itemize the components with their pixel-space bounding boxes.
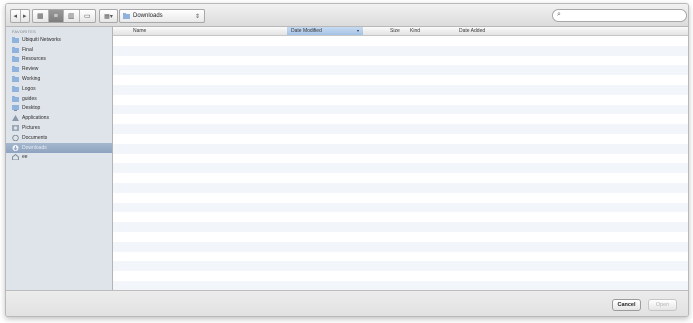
empty-row	[113, 55, 688, 66]
arrange-menu-icon[interactable]: ▦▾	[99, 9, 118, 23]
column-size[interactable]: Size	[390, 28, 400, 34]
sidebar-item-pictures[interactable]: Pictures	[6, 123, 112, 133]
empty-row	[113, 271, 688, 281]
folder-icon	[12, 95, 19, 102]
location-popup[interactable]: Downloads ⇕	[119, 9, 205, 23]
folder-icon	[123, 13, 130, 19]
documents-icon	[12, 134, 19, 141]
sidebar-list: Ubiquiti Networks Final Resources Review Wor…	[6, 35, 112, 162]
folder-icon	[12, 85, 19, 92]
column-name[interactable]: Name	[133, 28, 146, 34]
empty-row	[113, 163, 688, 174]
empty-row	[113, 133, 688, 144]
sidebar-item-label: guides	[22, 95, 37, 102]
sidebar-item-final[interactable]: Final	[6, 45, 112, 55]
sidebar-item-label: Applications	[22, 115, 49, 122]
cover-flow-icon[interactable]: ▭	[80, 10, 95, 22]
empty-row	[113, 143, 688, 154]
empty-row	[113, 202, 688, 213]
search-icon: ⌕	[557, 11, 561, 18]
empty-row	[113, 241, 688, 252]
bottom-bar: Cancel Open	[6, 290, 688, 316]
folder-icon	[12, 36, 19, 43]
sidebar-item-label: Desktop	[22, 105, 41, 112]
empty-row	[113, 124, 688, 134]
column-date-modified-label: Date Modified	[291, 28, 322, 34]
desktop-icon	[12, 105, 19, 112]
column-date-added[interactable]: Date Added	[459, 28, 485, 34]
folder-icon	[12, 56, 19, 63]
sort-descending-icon: ▾	[356, 28, 359, 33]
back-arrow-icon[interactable]: ◂	[11, 10, 21, 22]
folder-icon	[12, 66, 19, 73]
sidebar-heading: FAVORITES	[12, 29, 36, 34]
sidebar-item-downloads[interactable]: Downloads	[6, 142, 112, 153]
sidebar-item-documents[interactable]: Documents	[6, 133, 112, 143]
empty-row	[113, 231, 688, 242]
pictures-icon	[12, 125, 19, 132]
home-icon	[12, 154, 19, 161]
sidebar-item-label: Documents	[22, 134, 48, 141]
sidebar-item-ubiquiti-networks[interactable]: Ubiquiti Networks	[6, 35, 112, 45]
empty-row	[113, 84, 688, 95]
sidebar: FAVORITES Ubiquiti Networks Final Resource…	[6, 27, 113, 290]
sidebar-item-label: Working	[22, 76, 41, 83]
empty-row	[113, 36, 688, 46]
empty-row	[113, 104, 688, 115]
sidebar-item-ee[interactable]: ee	[6, 153, 112, 163]
sidebar-item-working[interactable]: Working	[6, 74, 112, 84]
sidebar-item-resources[interactable]: Resources	[6, 55, 112, 65]
sidebar-item-guides[interactable]: guides	[6, 94, 112, 104]
history-nav: ◂ ▸	[10, 9, 30, 23]
sidebar-item-applications[interactable]: Applications	[6, 113, 112, 123]
empty-row	[113, 75, 688, 85]
view-switcher: ▦ ≡ ▥ ▭	[32, 9, 96, 23]
folder-icon	[12, 46, 19, 53]
downloads-icon	[12, 144, 19, 151]
empty-row	[113, 173, 688, 183]
applications-icon	[12, 115, 19, 122]
column-view-icon[interactable]: ▥	[64, 10, 80, 22]
empty-row	[113, 65, 688, 76]
empty-row	[113, 212, 688, 223]
list-view-icon[interactable]: ≡	[48, 10, 65, 22]
empty-row	[113, 251, 688, 262]
empty-row	[113, 192, 688, 203]
empty-row	[113, 114, 688, 125]
file-list: Name Date Modified ▾ Size Kind Date Adde…	[113, 27, 688, 291]
empty-row	[113, 182, 688, 193]
empty-row	[113, 261, 688, 272]
sidebar-item-review[interactable]: Review	[6, 64, 112, 74]
open-button[interactable]: Open	[648, 299, 677, 311]
open-file-dialog: ◂ ▸ ▦ ≡ ▥ ▭ ▦▾ Downloads ⇕ ⌕ FAVORITES U…	[5, 3, 689, 317]
cancel-button[interactable]: Cancel	[612, 299, 641, 311]
sidebar-item-label: ee	[22, 154, 28, 161]
sidebar-item-label: Ubiquiti Networks	[22, 36, 61, 43]
sidebar-item-label: Pictures	[22, 125, 41, 132]
forward-arrow-icon[interactable]: ▸	[21, 10, 30, 22]
empty-row	[113, 45, 688, 56]
chevron-updown-icon: ⇕	[194, 13, 200, 20]
folder-icon	[12, 76, 19, 83]
sidebar-item-label: Resources	[22, 56, 46, 63]
sidebar-item-label: Review	[22, 66, 39, 73]
sidebar-item-label: Logos	[22, 85, 36, 92]
search-input[interactable]	[565, 10, 680, 21]
sidebar-item-label: Final	[22, 46, 33, 53]
sidebar-item-label: Downloads	[22, 144, 47, 151]
icon-view-icon[interactable]: ▦	[33, 10, 49, 22]
column-date-modified[interactable]: Date Modified ▾	[287, 27, 363, 35]
location-label: Downloads	[133, 13, 163, 19]
sidebar-item-desktop[interactable]: Desktop	[6, 104, 112, 114]
empty-row	[113, 153, 688, 164]
empty-row	[113, 94, 688, 105]
column-kind[interactable]: Kind	[410, 28, 420, 34]
column-header: Name Date Modified ▾ Size Kind Date Adde…	[113, 27, 688, 36]
sidebar-item-logos[interactable]: Logos	[6, 84, 112, 94]
file-rows	[113, 36, 688, 291]
toolbar: ◂ ▸ ▦ ≡ ▥ ▭ ▦▾ Downloads ⇕ ⌕	[6, 4, 688, 27]
empty-row	[113, 222, 688, 232]
search-field[interactable]: ⌕	[552, 9, 687, 22]
